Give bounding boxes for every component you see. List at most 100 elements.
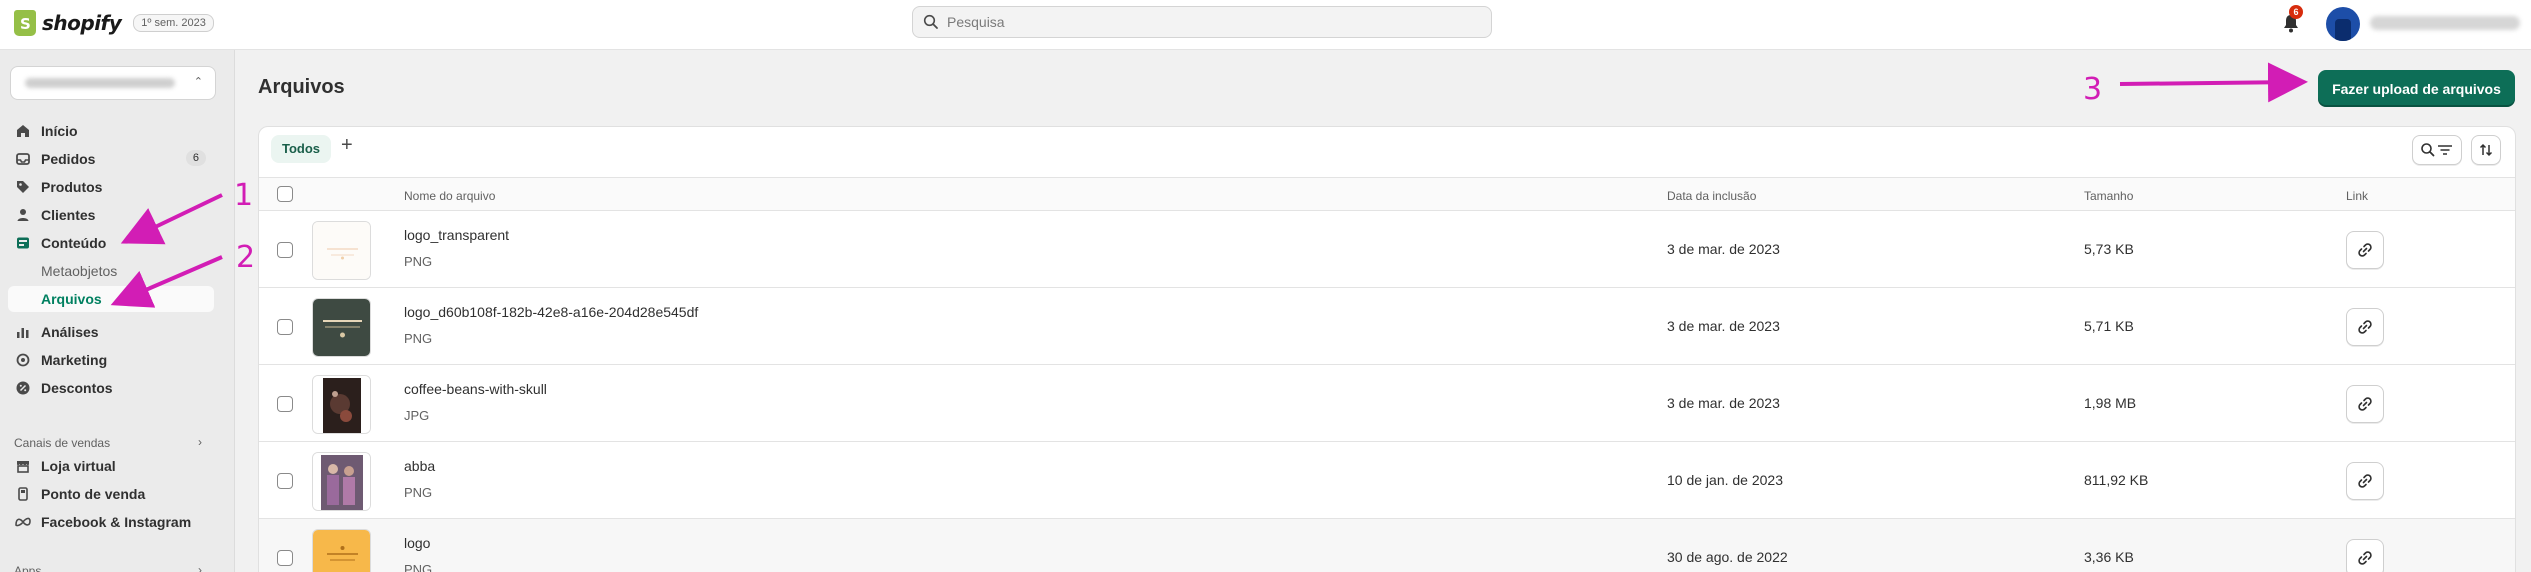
user-avatar[interactable] <box>2326 7 2360 41</box>
target-icon <box>14 351 32 369</box>
file-thumbnail[interactable] <box>312 375 371 434</box>
add-view-icon[interactable]: + <box>341 134 353 157</box>
search-icon <box>923 14 938 29</box>
link-icon <box>2358 551 2372 565</box>
sidebar-item-label: Ponto de venda <box>41 486 146 502</box>
abba-preview <box>313 453 370 510</box>
table-row[interactable]: logo PNG 30 de ago. de 2022 3,36 KB <box>259 519 2515 572</box>
table-row[interactable]: coffee-beans-with-skull JPG 3 de mar. de… <box>259 365 2515 442</box>
logo-dark-preview <box>313 299 370 356</box>
search-filter-icon <box>2421 143 2452 157</box>
select-all-checkbox[interactable] <box>277 186 293 202</box>
column-header-date[interactable]: Data da inclusão <box>1667 189 1756 203</box>
sidebar-item-label: Clientes <box>41 207 96 223</box>
sidebar-item-analises[interactable]: Análises <box>8 319 214 345</box>
sidebar-item-produtos[interactable]: Produtos <box>8 174 214 200</box>
files-card: Todos + Nome do arquivo Data da inclusão… <box>258 126 2516 572</box>
file-date: 10 de jan. de 2023 <box>1667 472 1783 488</box>
file-date: 3 de mar. de 2023 <box>1667 318 1780 334</box>
sidebar-item-ponto-de-venda[interactable]: Ponto de venda <box>8 481 214 507</box>
chevron-right-icon[interactable]: › <box>198 563 202 572</box>
sidebar-item-label: Análises <box>41 324 99 340</box>
file-type: PNG <box>404 485 433 500</box>
row-checkbox[interactable] <box>277 242 293 258</box>
row-checkbox[interactable] <box>277 550 293 566</box>
sidebar-item-descontos[interactable]: Descontos <box>8 375 214 401</box>
sidebar-item-pedidos[interactable]: Pedidos 6 <box>8 146 214 172</box>
link-icon <box>2358 243 2372 257</box>
file-date: 3 de mar. de 2023 <box>1667 395 1780 411</box>
meta-icon <box>14 513 32 531</box>
chevron-right-icon[interactable]: › <box>198 435 202 449</box>
sales-channels-header[interactable]: Canais de vendas <box>14 436 110 450</box>
sidebar-item-facebook-instagram[interactable]: Facebook & Instagram <box>8 509 214 535</box>
upload-files-button[interactable]: Fazer upload de arquivos <box>2318 70 2515 107</box>
file-size: 811,92 KB <box>2084 472 2149 488</box>
sidebar-item-clientes[interactable]: Clientes <box>8 202 214 228</box>
file-name: coffee-beans-with-skull <box>404 381 547 397</box>
sidebar-item-label: Loja virtual <box>41 458 116 474</box>
tab-todos[interactable]: Todos <box>271 135 332 163</box>
content-icon <box>14 234 32 252</box>
sidebar-item-label: Arquivos <box>41 291 102 307</box>
row-checkbox[interactable] <box>277 473 293 489</box>
file-type: PNG <box>404 331 433 346</box>
file-thumbnail[interactable] <box>312 221 371 280</box>
copy-link-button[interactable] <box>2346 385 2384 423</box>
page-title: Arquivos <box>258 76 345 98</box>
copy-link-button[interactable] <box>2346 308 2384 346</box>
file-thumbnail[interactable] <box>312 452 371 511</box>
column-header-name[interactable]: Nome do arquivo <box>404 189 495 203</box>
logo-transparent-preview <box>313 222 370 279</box>
file-type: JPG <box>404 408 430 423</box>
file-size: 3,36 KB <box>2084 549 2134 565</box>
apps-header[interactable]: Apps <box>14 564 41 572</box>
file-name: logo_transparent <box>404 227 510 243</box>
file-thumbnail[interactable] <box>312 529 371 572</box>
sidebar-item-label: Início <box>41 123 78 139</box>
row-checkbox[interactable] <box>277 319 293 335</box>
arrow-3 <box>2119 62 2308 103</box>
sidebar-item-inicio[interactable]: Início <box>8 118 214 144</box>
table-row[interactable]: abba PNG 10 de jan. de 2023 811,92 KB <box>259 442 2515 519</box>
file-type: PNG <box>404 562 433 572</box>
sort-button[interactable] <box>2471 135 2501 165</box>
sort-icon <box>2479 143 2493 157</box>
sidebar-item-arquivos[interactable]: Arquivos <box>8 286 214 312</box>
column-header-link: Link <box>2346 189 2369 203</box>
file-thumbnail[interactable] <box>312 298 371 357</box>
file-size: 5,73 KB <box>2084 241 2134 257</box>
file-name: logo_d60b108f-182b-42e8-a16e-204d28e545d… <box>404 304 699 320</box>
sidebar-item-label: Marketing <box>41 352 108 368</box>
store-selector[interactable]: ⌃ <box>10 66 216 100</box>
file-size: 1,98 MB <box>2084 395 2137 411</box>
search-filter-button[interactable] <box>2412 135 2462 165</box>
copy-link-button[interactable] <box>2346 462 2384 500</box>
link-icon <box>2358 320 2372 334</box>
pos-icon <box>14 485 32 503</box>
column-header-size[interactable]: Tamanho <box>2084 189 2133 203</box>
annotation-number-2: 2 <box>236 240 256 275</box>
row-checkbox[interactable] <box>277 396 293 412</box>
home-icon <box>14 122 32 140</box>
edition-badge: 1º sem. 2023 <box>133 14 214 32</box>
file-date: 30 de ago. de 2022 <box>1667 549 1788 565</box>
table-row[interactable]: logo_d60b108f-182b-42e8-a16e-204d28e545d… <box>259 288 2515 365</box>
copy-link-button[interactable] <box>2346 231 2384 269</box>
sidebar-item-label: Facebook & Instagram <box>41 514 192 530</box>
shopify-bag-icon <box>14 10 36 36</box>
link-icon <box>2358 474 2372 488</box>
copy-link-button[interactable] <box>2346 539 2384 572</box>
person-icon <box>14 206 32 224</box>
sidebar-item-marketing[interactable]: Marketing <box>8 347 214 373</box>
shopify-logo[interactable]: shopify 1º sem. 2023 <box>14 10 214 36</box>
file-name: logo <box>404 535 431 551</box>
search-input[interactable]: Pesquisa <box>912 6 1492 38</box>
sidebar-item-loja-virtual[interactable]: Loja virtual <box>8 453 214 479</box>
store-name-redacted <box>25 78 175 88</box>
brand-name: shopify <box>42 11 122 35</box>
sidebar-item-conteudo[interactable]: Conteúdo <box>8 230 214 256</box>
sidebar-item-metaobjetos[interactable]: Metaobjetos <box>8 258 214 284</box>
table-row[interactable]: logo_transparent PNG 3 de mar. de 2023 5… <box>259 211 2515 288</box>
store-name-redacted[interactable] <box>2370 16 2520 30</box>
